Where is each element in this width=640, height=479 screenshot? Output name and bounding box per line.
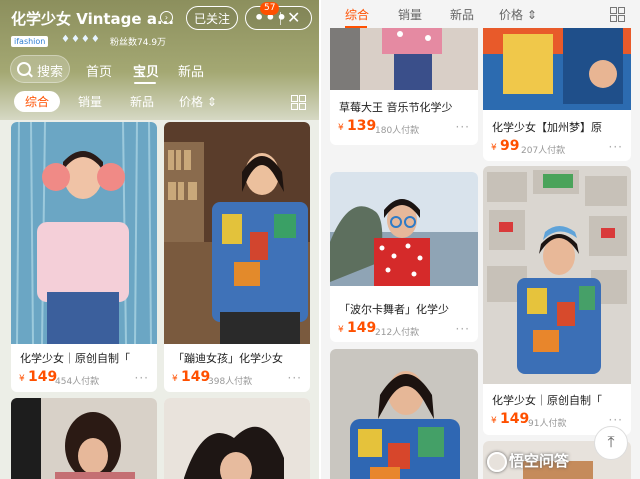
search-button[interactable]: 搜索 xyxy=(10,55,70,83)
product-price: 139 xyxy=(347,118,377,134)
more-options-icon[interactable]: ··· xyxy=(135,371,149,385)
search-label: 搜索 xyxy=(37,65,64,80)
product-photo xyxy=(330,349,478,479)
product-photo xyxy=(11,122,157,344)
product-photo xyxy=(164,122,310,344)
watermark-text: 悟空问答 xyxy=(509,452,570,470)
product-card[interactable] xyxy=(330,349,478,479)
product-photo xyxy=(330,172,478,286)
sort-sales[interactable]: 销量 xyxy=(398,6,422,23)
tab-home[interactable]: 首页 xyxy=(86,61,112,80)
follow-button[interactable]: 已关注 xyxy=(186,6,238,30)
close-icon[interactable]: ✕ xyxy=(287,8,300,27)
diamond-rating-icon: ♦♦♦♦ xyxy=(61,34,101,45)
price-currency: ¥ xyxy=(338,123,344,133)
fans-count: 粉丝数74.9万 xyxy=(110,38,167,48)
chevron-right-icon[interactable]: › xyxy=(160,11,173,24)
product-photo xyxy=(164,398,310,479)
sales-count: 207人付款 xyxy=(521,146,566,156)
sales-count: 454人付款 xyxy=(55,377,100,387)
active-sort-indicator xyxy=(345,26,367,28)
sales-count: 91人付款 xyxy=(528,419,567,429)
more-options-icon[interactable]: ··· xyxy=(456,322,470,336)
tab-new[interactable]: 新品 xyxy=(178,61,204,80)
product-title: 化学少女｜原创自制「 xyxy=(20,352,130,365)
capsule-divider xyxy=(280,12,281,25)
price-currency: ¥ xyxy=(19,374,25,384)
product-card[interactable]: 化学少女｜原创自制「 ¥ 149 91人付款 ··· xyxy=(483,166,631,435)
product-price: 99 xyxy=(500,138,520,154)
product-title: 化学少女【加州梦】原 xyxy=(492,121,602,134)
product-card[interactable] xyxy=(164,398,310,479)
search-icon xyxy=(17,62,31,76)
more-options-icon[interactable]: ··· xyxy=(456,120,470,134)
product-title: 「蹦迪女孩」化学少女 xyxy=(173,352,283,365)
sales-count: 212人付款 xyxy=(375,328,420,338)
sort-overall[interactable]: 综合 xyxy=(25,93,49,110)
more-options-icon[interactable]: ··· xyxy=(288,371,302,385)
product-title: 草莓大王 音乐节化学少 xyxy=(339,101,453,114)
sort-new[interactable]: 新品 xyxy=(450,6,474,23)
product-photo xyxy=(11,398,157,479)
wukong-logo-icon xyxy=(487,452,507,472)
product-price: 149 xyxy=(181,369,211,385)
product-photo xyxy=(483,166,631,384)
sales-count: 180人付款 xyxy=(375,126,420,136)
sales-count: 398人付款 xyxy=(208,377,253,387)
product-card[interactable]: 化学少女｜原创自制「 ¥ 149 454人付款 ··· xyxy=(11,122,157,392)
product-price: 149 xyxy=(28,369,58,385)
product-title: 「波尔卡舞者」化学少 xyxy=(339,303,449,316)
active-tab-indicator xyxy=(134,82,156,84)
back-to-top-icon[interactable]: ⤒ xyxy=(594,426,628,460)
price-currency: ¥ xyxy=(491,143,497,153)
product-title: 化学少女｜原创自制「 xyxy=(492,394,602,407)
price-currency: ¥ xyxy=(491,416,497,426)
sort-sales[interactable]: 销量 xyxy=(78,93,102,110)
notification-badge: 57 xyxy=(260,2,280,15)
sort-new[interactable]: 新品 xyxy=(130,93,154,110)
store-page-panel: 化学少女 Vintage a... › 已关注 ••• ✕ 57 ifashio… xyxy=(0,0,321,479)
grid-view-icon[interactable] xyxy=(291,95,306,110)
product-price: 149 xyxy=(347,320,377,336)
sort-price[interactable]: 价格 ⇕ xyxy=(179,93,217,110)
store-title[interactable]: 化学少女 Vintage a... xyxy=(11,8,174,29)
product-card[interactable]: 「波尔卡舞者」化学少 ¥ 149 212人付款 ··· xyxy=(330,172,478,342)
price-currency: ¥ xyxy=(172,374,178,384)
price-currency: ¥ xyxy=(338,325,344,335)
product-price: 149 xyxy=(500,411,530,427)
product-list-panel: 草莓大王 音乐节化学少 ¥ 139 180人付款 ··· 化学少女【加州梦】原 … xyxy=(321,0,640,479)
grid-view-icon[interactable] xyxy=(610,7,625,22)
product-card[interactable] xyxy=(11,398,157,479)
more-options-icon[interactable]: ··· xyxy=(609,413,623,427)
more-options-icon[interactable]: ··· xyxy=(609,140,623,154)
ifashion-logo: ifashion xyxy=(11,36,49,47)
product-card[interactable]: 「蹦迪女孩」化学少女 ¥ 149 398人付款 ··· xyxy=(164,122,310,392)
sort-price[interactable]: 价格 ⇕ xyxy=(499,6,537,23)
sort-overall[interactable]: 综合 xyxy=(345,6,369,23)
tab-items[interactable]: 宝贝 xyxy=(133,61,159,80)
